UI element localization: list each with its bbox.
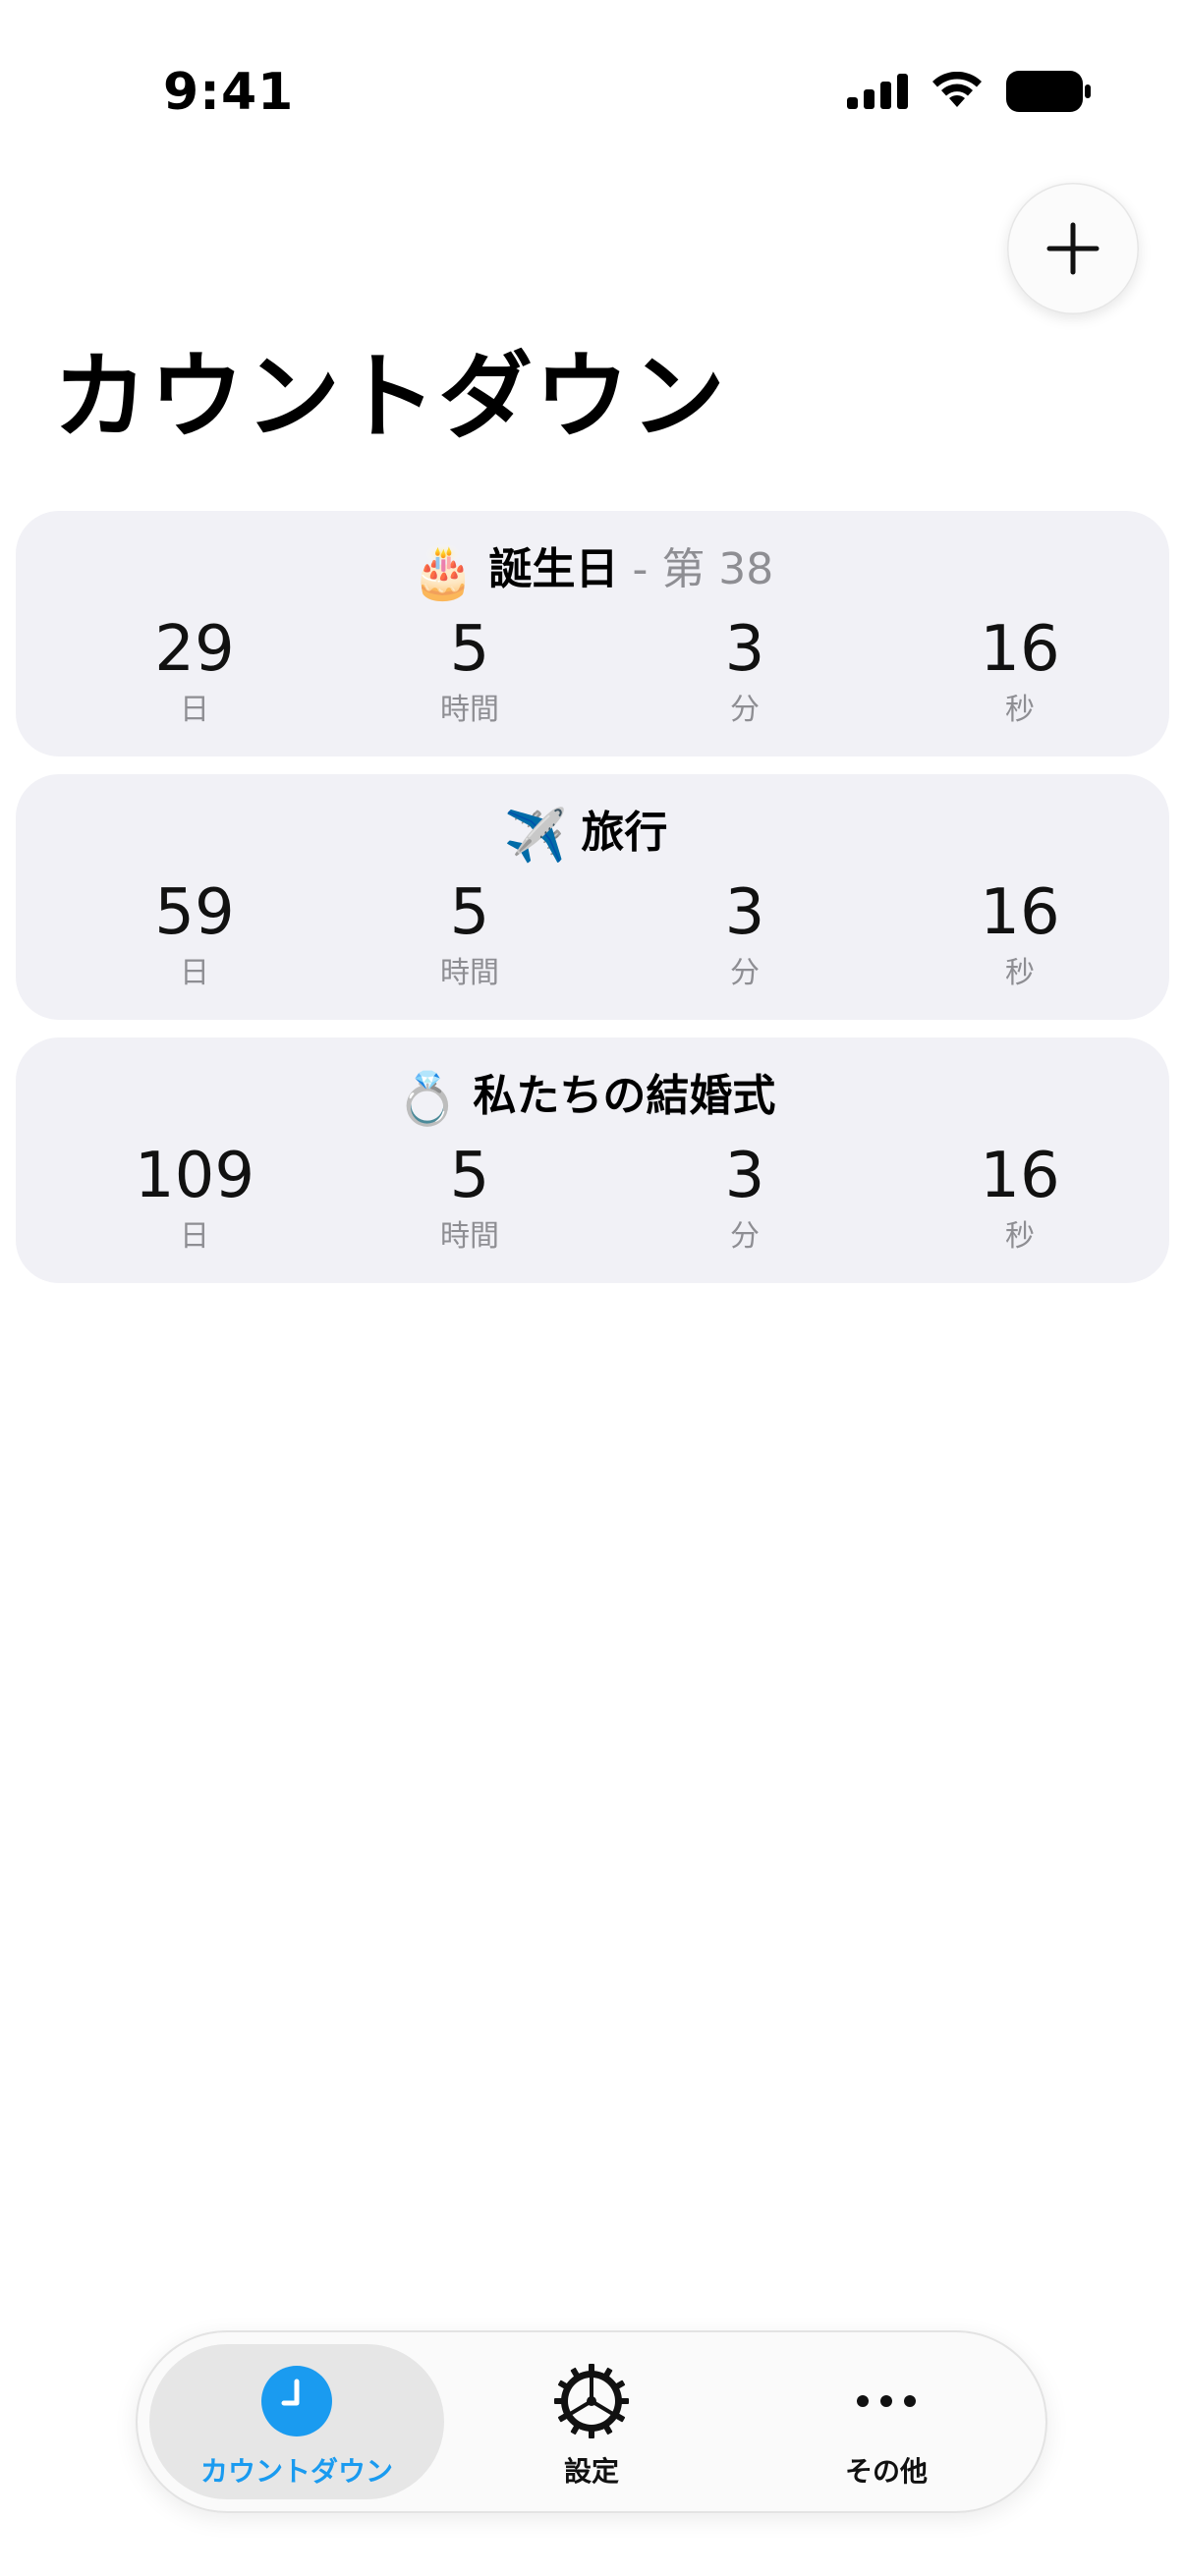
days-value: 29 (154, 613, 235, 686)
minutes-cell: 3 分 (607, 876, 882, 991)
add-countdown-button[interactable] (1007, 183, 1139, 314)
days-value: 109 (134, 1140, 255, 1212)
countdown-name: 私たちの結婚式 (473, 1071, 776, 1121)
hours-unit: 時間 (440, 693, 499, 728)
hours-value: 5 (449, 613, 490, 686)
countdown-title: 🎂 誕生日 - 第 38 (16, 542, 1169, 603)
hours-cell: 5 時間 (332, 876, 607, 991)
minutes-cell: 3 分 (607, 1140, 882, 1255)
countdown-title: 💍 私たちの結婚式 (16, 1069, 1169, 1130)
countdown-card-trip[interactable]: ✈️ 旅行 59 日 5 時間 3 分 16 秒 (16, 774, 1169, 1020)
hours-cell: 5 時間 (332, 1140, 607, 1255)
countdown-card-wedding[interactable]: 💍 私たちの結婚式 109 日 5 時間 3 分 16 秒 (16, 1037, 1169, 1283)
countdown-name: 旅行 (581, 808, 668, 858)
status-icons (847, 71, 1091, 112)
tab-more[interactable]: その他 (739, 2344, 1034, 2499)
countdown-name: 誕生日 (488, 544, 619, 594)
minutes-value: 3 (724, 1140, 765, 1212)
minutes-cell: 3 分 (607, 613, 882, 728)
countdown-card-birthday[interactable]: 🎂 誕生日 - 第 38 29 日 5 時間 3 分 16 秒 (16, 511, 1169, 756)
gear-icon (554, 2364, 629, 2438)
cake-icon: 🎂 (411, 543, 476, 602)
clock-icon (261, 2366, 332, 2436)
hours-unit: 時間 (440, 956, 499, 991)
tab-bar: カウントダウン 設定 その他 (136, 2330, 1047, 2513)
more-icon (857, 2395, 916, 2407)
countdown-suffix: - 第 38 (632, 544, 774, 594)
seconds-unit: 秒 (1005, 956, 1035, 991)
hours-value: 5 (449, 1140, 490, 1212)
airplane-icon: ✈️ (503, 807, 568, 866)
minutes-value: 3 (724, 613, 765, 686)
seconds-cell: 16 秒 (882, 613, 1157, 728)
seconds-cell: 16 秒 (882, 1140, 1157, 1255)
status-bar: 9:41 (0, 0, 1185, 196)
minutes-unit: 分 (730, 693, 760, 728)
ring-icon: 💍 (395, 1070, 460, 1129)
countdown-title: ✈️ 旅行 (16, 806, 1169, 867)
days-unit: 日 (180, 1219, 209, 1255)
cellular-signal-icon (847, 74, 908, 109)
status-time: 9:41 (163, 63, 295, 122)
days-value: 59 (154, 876, 235, 949)
minutes-unit: 分 (730, 1219, 760, 1255)
tab-settings[interactable]: 設定 (444, 2344, 739, 2499)
days-unit: 日 (180, 956, 209, 991)
seconds-cell: 16 秒 (882, 876, 1157, 991)
page-title: カウントダウン (53, 342, 727, 452)
seconds-unit: 秒 (1005, 1219, 1035, 1255)
seconds-value: 16 (980, 613, 1060, 686)
minutes-unit: 分 (730, 956, 760, 991)
hours-cell: 5 時間 (332, 613, 607, 728)
tab-countdown[interactable]: カウントダウン (149, 2344, 444, 2499)
battery-icon (1006, 71, 1091, 112)
tab-label: 設定 (563, 2455, 619, 2488)
days-cell: 109 日 (57, 1140, 332, 1255)
seconds-value: 16 (980, 1140, 1060, 1212)
hours-value: 5 (449, 876, 490, 949)
plus-icon (1046, 222, 1100, 275)
hours-unit: 時間 (440, 1219, 499, 1255)
tab-label: カウントダウン (199, 2455, 393, 2488)
seconds-value: 16 (980, 876, 1060, 949)
days-unit: 日 (180, 693, 209, 728)
days-cell: 59 日 (57, 876, 332, 991)
days-cell: 29 日 (57, 613, 332, 728)
wifi-icon (932, 72, 982, 107)
minutes-value: 3 (724, 876, 765, 949)
seconds-unit: 秒 (1005, 693, 1035, 728)
tab-label: その他 (844, 2455, 928, 2488)
